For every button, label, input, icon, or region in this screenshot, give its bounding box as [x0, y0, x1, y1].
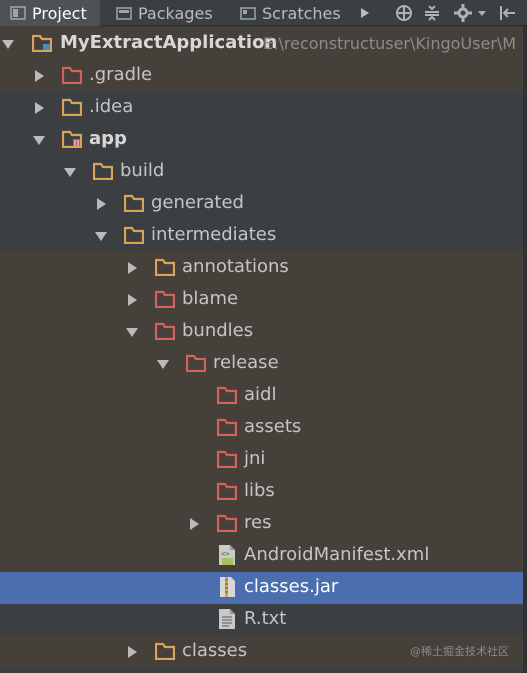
folder-icon	[155, 322, 175, 340]
tree-row-blame[interactable]: blame	[0, 284, 527, 316]
folder-icon	[217, 450, 237, 468]
expand-down-icon[interactable]	[157, 358, 169, 370]
scratches-icon	[240, 5, 256, 21]
tree-row-intermediates[interactable]: intermediates	[0, 220, 527, 252]
svg-text:<>: <>	[221, 550, 229, 558]
settings-button[interactable]	[452, 3, 492, 23]
tree-label-build: build	[120, 160, 165, 181]
gear-icon	[454, 4, 486, 22]
text-file-icon	[219, 609, 235, 629]
tree-label-gradle: .gradle	[89, 64, 153, 85]
xml-file-icon: <>	[219, 545, 235, 565]
expand-down-icon[interactable]	[33, 134, 45, 146]
root-path: E:\reconstructuser\KingoUser\M	[263, 34, 517, 53]
tree-label-assets: assets	[244, 416, 302, 437]
project-tree[interactable]: MyExtractApplication E:\reconstructuser\…	[0, 26, 527, 673]
folder-icon	[217, 418, 237, 436]
tool-window-tabbar: Project Packages Scratches	[0, 0, 527, 26]
tree-label-manifest: AndroidManifest.xml	[244, 544, 430, 565]
jar-file-icon	[220, 577, 235, 597]
tab-scratches-label: Scratches	[262, 3, 341, 23]
expand-right-icon[interactable]	[33, 102, 45, 114]
collapse-icon	[425, 5, 439, 21]
tree-row-r-txt[interactable]: R.txt	[0, 604, 527, 636]
tree-row-app[interactable]: app	[0, 124, 527, 156]
expand-right-icon[interactable]	[95, 198, 107, 210]
expand-down-icon[interactable]	[126, 326, 138, 338]
expand-right-icon[interactable]	[33, 70, 45, 82]
expand-right-icon[interactable]	[126, 262, 138, 274]
tree-row-manifest[interactable]: <> AndroidManifest.xml	[0, 540, 527, 572]
root-label: MyExtractApplication	[60, 32, 278, 53]
tree-label-bundles: bundles	[182, 320, 254, 341]
tab-project-label: Project	[32, 3, 87, 23]
folder-icon	[155, 258, 175, 276]
folder-icon	[93, 162, 113, 180]
tree-label-annotations: annotations	[182, 256, 289, 277]
folder-icon	[217, 482, 237, 500]
tree-label-res: res	[244, 512, 272, 533]
folder-icon	[155, 290, 175, 308]
folder-icon	[217, 386, 237, 404]
tree-label-classes-jar: classes.jar	[244, 576, 339, 597]
tree-row-aidl[interactable]: aidl	[0, 380, 527, 412]
folder-icon	[217, 514, 237, 532]
tree-row-generated[interactable]: generated	[0, 188, 527, 220]
tree-label-jni: jni	[244, 448, 266, 469]
tree-row-assets[interactable]: assets	[0, 412, 527, 444]
folder-icon	[124, 226, 144, 244]
tree-row-build[interactable]: build	[0, 156, 527, 188]
tree-label-blame: blame	[182, 288, 239, 309]
tab-scratches[interactable]: Scratches	[236, 0, 344, 26]
tree-row-bundles[interactable]: bundles	[0, 316, 527, 348]
expand-right-icon[interactable]	[188, 518, 200, 530]
crosshair-icon	[396, 5, 412, 21]
tree-row-classes-jar[interactable]: classes.jar	[0, 572, 527, 604]
watermark: @稀土掘金技术社区	[410, 645, 509, 658]
folder-icon	[62, 98, 82, 116]
folder-icon	[186, 354, 206, 372]
tree-label-release: release	[213, 352, 279, 373]
packages-icon	[116, 5, 132, 21]
locate-button[interactable]	[394, 3, 414, 23]
tree-row-gradle[interactable]: .gradle	[0, 60, 527, 92]
tab-packages-label: Packages	[138, 3, 213, 23]
tree-label-classes: classes	[182, 640, 248, 661]
tree-row-annotations[interactable]: annotations	[0, 252, 527, 284]
tree-row-libs[interactable]: libs	[0, 476, 527, 508]
tab-project[interactable]: Project	[0, 0, 100, 26]
tree-row-jni[interactable]: jni	[0, 444, 527, 476]
scrollbar[interactable]	[523, 26, 527, 673]
tree-label-r-txt: R.txt	[244, 608, 287, 629]
tree-label-aidl: aidl	[244, 384, 277, 405]
folder-icon	[155, 642, 175, 660]
tree-label-libs: libs	[244, 480, 275, 501]
tab-packages[interactable]: Packages	[112, 0, 222, 26]
hide-panel-button[interactable]	[497, 3, 517, 23]
expand-right-icon[interactable]	[126, 646, 138, 658]
pin-left-icon	[500, 6, 515, 20]
expand-down-icon[interactable]	[95, 230, 107, 242]
tree-row-root[interactable]: MyExtractApplication E:\reconstructuser\…	[0, 28, 527, 60]
folder-icon	[62, 66, 82, 84]
tree-label-intermediates: intermediates	[151, 224, 277, 245]
more-tabs-button[interactable]	[356, 0, 374, 26]
folder-icon	[124, 194, 144, 212]
tree-row-release[interactable]: release	[0, 348, 527, 380]
tree-label-idea: .idea	[89, 96, 134, 117]
module-folder-icon	[62, 130, 82, 148]
expand-down-icon[interactable]	[64, 166, 76, 178]
expand-down-icon[interactable]	[2, 38, 14, 50]
tree-label-app: app	[89, 128, 127, 149]
expand-right-icon[interactable]	[126, 294, 138, 306]
tree-row-idea[interactable]: .idea	[0, 92, 527, 124]
collapse-all-button[interactable]	[422, 3, 442, 23]
tree-label-generated: generated	[151, 192, 244, 213]
tree-row-res[interactable]: res	[0, 508, 527, 540]
project-icon	[10, 5, 26, 21]
module-folder-icon	[32, 34, 52, 52]
chevron-right-icon	[361, 8, 369, 18]
